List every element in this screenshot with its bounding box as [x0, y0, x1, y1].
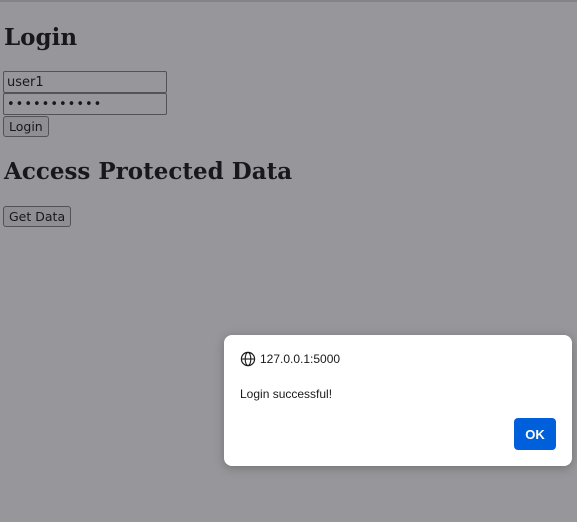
- globe-icon: [240, 351, 256, 367]
- dialog-origin: 127.0.0.1:5000: [240, 351, 340, 367]
- ok-button[interactable]: OK: [514, 418, 556, 450]
- alert-dialog: 127.0.0.1:5000 Login successful! OK: [224, 335, 572, 466]
- dialog-origin-text: 127.0.0.1:5000: [260, 352, 341, 366]
- dialog-message: Login successful!: [240, 387, 333, 401]
